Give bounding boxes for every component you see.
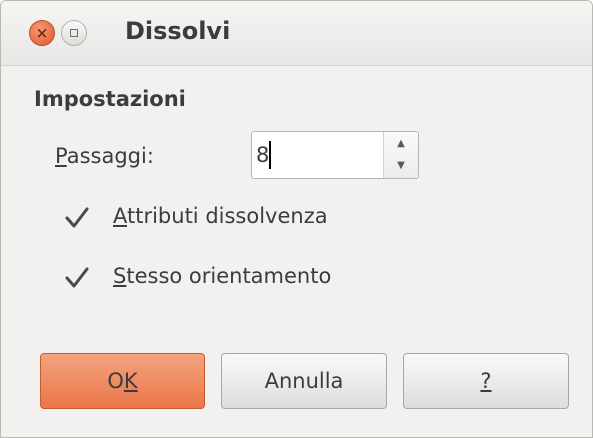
steps-label: Passaggi: — [55, 144, 154, 168]
text-caret — [269, 141, 271, 169]
same-orientation-text: tesso orientamento — [126, 264, 332, 288]
close-icon: × — [35, 24, 49, 42]
ok-label-mnemonic: K — [123, 369, 138, 393]
help-label: ? — [480, 369, 492, 393]
dialog-window: × Dissolvi Impostazioni Passaggi: 8 ▲ ▼ … — [0, 0, 593, 438]
fade-attributes-text: ttributi dissolvenza — [127, 204, 328, 228]
ok-button[interactable]: OK — [40, 353, 205, 409]
settings-heading: Impostazioni — [34, 87, 186, 111]
title-bar: × Dissolvi — [1, 1, 592, 66]
checkmark-icon[interactable] — [65, 266, 89, 290]
chevron-up-icon: ▲ — [397, 138, 405, 149]
spinbox-arrows: ▲ ▼ — [383, 132, 418, 178]
same-orientation-label: Stesso orientamento — [113, 264, 331, 288]
fade-attributes-mnemonic: A — [113, 204, 127, 228]
chevron-down-icon: ▼ — [397, 160, 405, 171]
cancel-label: Annulla — [264, 369, 344, 393]
maximize-window-button[interactable] — [61, 20, 87, 46]
maximize-icon — [70, 29, 78, 37]
steps-label-text: assaggi: — [66, 144, 154, 168]
window-title: Dissolvi — [125, 17, 231, 45]
checkmark-icon[interactable] — [65, 206, 89, 230]
cancel-button[interactable]: Annulla — [221, 353, 387, 409]
decrement-button[interactable]: ▼ — [384, 154, 418, 177]
increment-button[interactable]: ▲ — [384, 132, 418, 155]
fade-attributes-label: Attributi dissolvenza — [113, 204, 328, 228]
steps-input[interactable]: 8 — [256, 143, 269, 167]
same-orientation-mnemonic: S — [113, 264, 127, 288]
steps-spinbox[interactable]: 8 ▲ ▼ — [251, 131, 419, 179]
help-button[interactable]: ? — [403, 353, 569, 409]
close-window-button[interactable]: × — [29, 20, 55, 46]
ok-label-pre: O — [107, 369, 124, 393]
steps-label-mnemonic: P — [55, 144, 67, 168]
